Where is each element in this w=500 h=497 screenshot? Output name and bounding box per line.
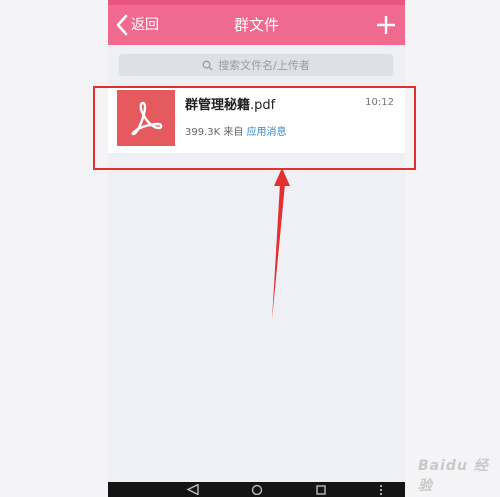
plus-icon[interactable] (375, 14, 397, 36)
search-icon (202, 60, 213, 71)
phone-screen: 返回 群文件 搜索文件名/上传者 群管理秘籍.pdf 10:12 399.3K … (108, 0, 405, 497)
search-bar: 搜索文件名/上传者 (108, 45, 405, 85)
recents-square-icon[interactable] (314, 484, 328, 495)
page-title: 群文件 (233, 16, 279, 34)
search-placeholder: 搜索文件名/上传者 (218, 59, 310, 72)
home-circle-icon[interactable] (250, 484, 264, 495)
watermark: Baidu 经验 (418, 458, 489, 494)
back-triangle-icon[interactable] (186, 484, 200, 495)
menu-dots-icon[interactable] (374, 484, 388, 495)
android-nav-bar (108, 482, 405, 497)
app-header: 返回 群文件 (108, 5, 405, 45)
annotation-highlight-box (93, 86, 416, 170)
search-input[interactable]: 搜索文件名/上传者 (119, 54, 393, 76)
